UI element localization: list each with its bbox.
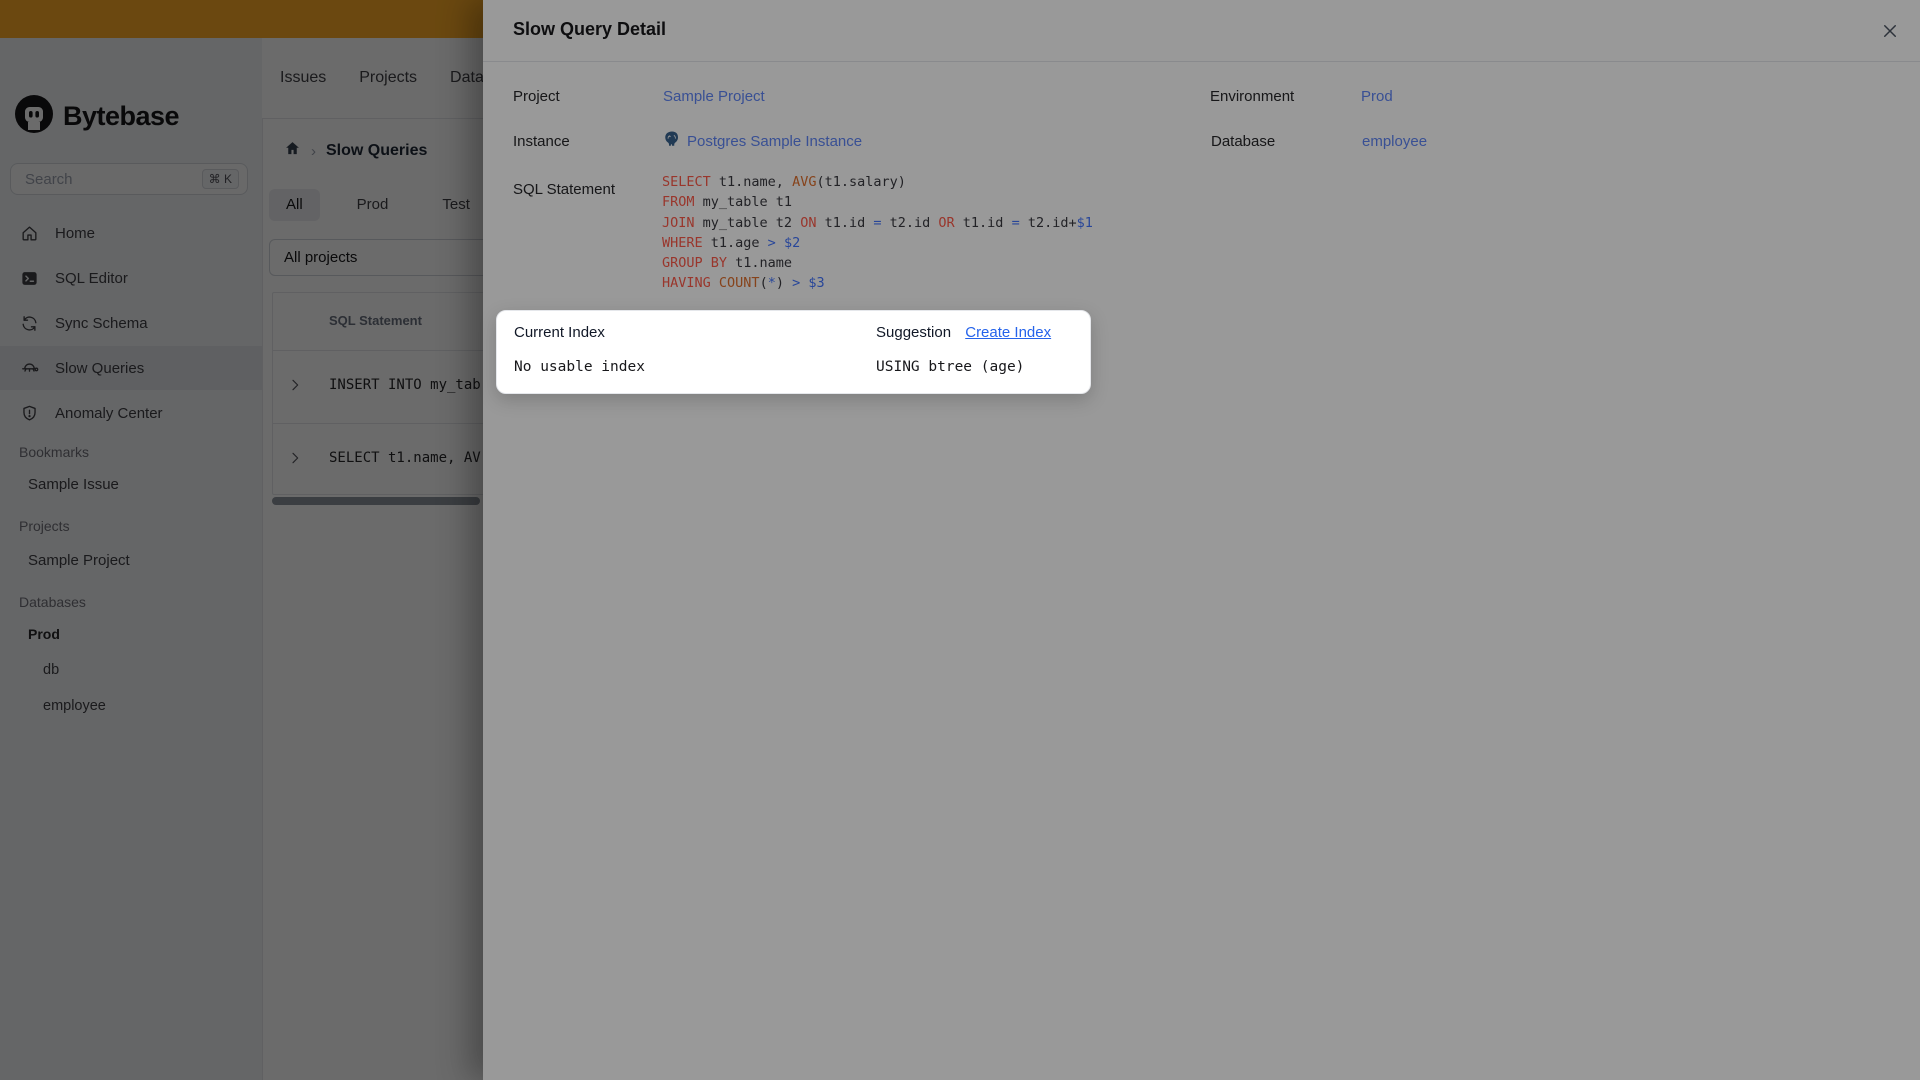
suggestion-header: Suggestion Create Index [876,324,1051,341]
index-card-backdrop[interactable] [0,0,1920,1080]
app-root: Bytebase ⌘ K HomeSQL EditorSync SchemaSl… [0,0,1920,1080]
suggestion-value: USING btree (age) [876,359,1025,375]
current-index-value: No usable index [514,359,645,375]
current-index-header: Current Index [514,324,605,341]
create-index-link[interactable]: Create Index [965,324,1051,341]
suggestion-header-text: Suggestion [876,324,952,341]
index-suggestion-card: Current Index No usable index Suggestion… [496,310,1091,394]
